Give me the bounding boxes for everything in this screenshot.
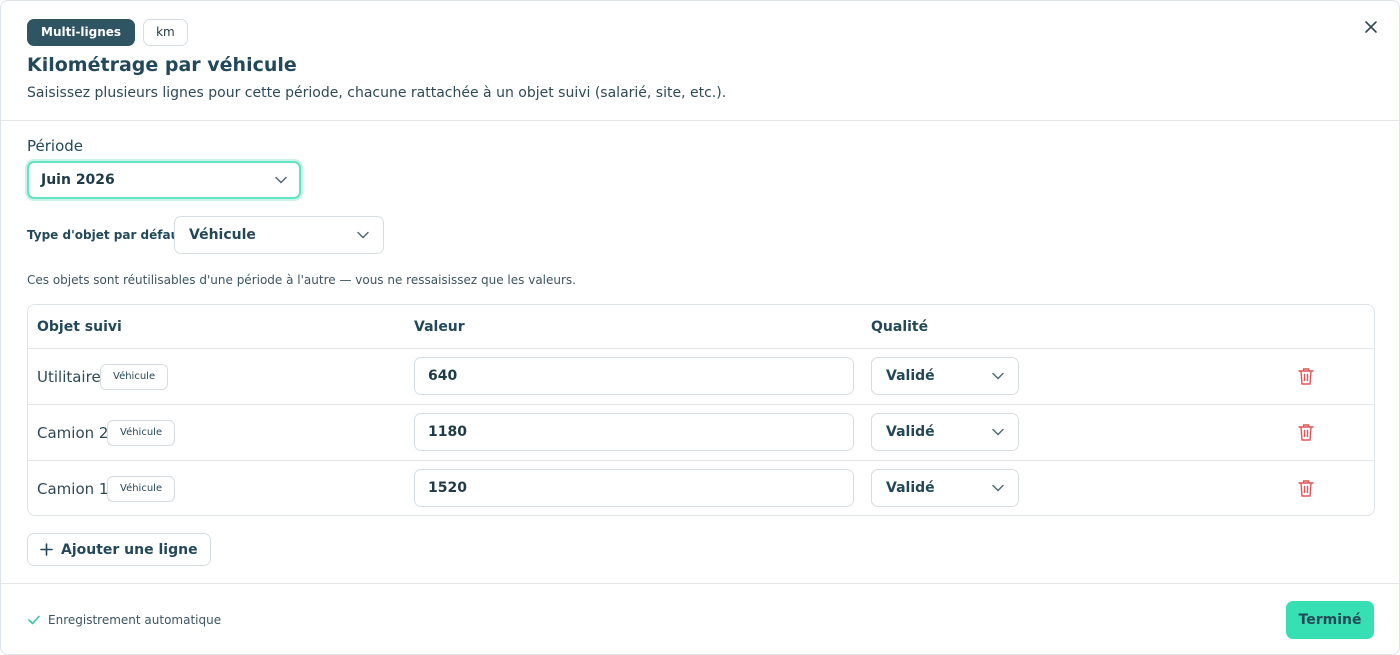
modal-title: Kilométrage par véhicule <box>27 54 297 76</box>
modal-dialog: Multi-lignes km Kilométrage par véhicule… <box>0 0 1400 655</box>
plus-icon <box>40 543 53 556</box>
chevron-down-icon <box>357 231 369 239</box>
close-icon[interactable] <box>1361 17 1381 37</box>
quality-value: Validé <box>886 368 935 384</box>
quality-select[interactable]: Validé <box>871 357 1019 395</box>
object-type-select[interactable]: Véhicule <box>174 216 384 254</box>
value-input[interactable] <box>414 469 854 507</box>
chevron-down-icon <box>275 176 287 184</box>
quality-select[interactable]: Validé <box>871 413 1019 451</box>
chevron-down-icon <box>992 372 1004 380</box>
table-row: Camion 1 Véhicule Validé <box>28 461 1374 517</box>
autosave-label: Enregistrement automatique <box>48 613 222 627</box>
chevron-down-icon <box>992 428 1004 436</box>
autosave-status: Enregistrement automatique <box>28 613 221 627</box>
object-type-tag: Véhicule <box>107 420 176 446</box>
table-header: Objet suivi Valeur Qualité <box>28 305 1374 349</box>
header-quality: Qualité <box>871 319 929 335</box>
mode-badge: Multi-lignes <box>27 19 136 46</box>
header-object: Objet suivi <box>37 319 122 335</box>
modal-footer: Enregistrement automatique Terminé <box>1 583 1399 655</box>
object-type-tag: Véhicule <box>100 364 169 390</box>
object-type-select-value: Véhicule <box>189 227 256 243</box>
modal-header: Multi-lignes km Kilométrage par véhicule… <box>1 1 1399 121</box>
trash-icon[interactable] <box>1298 479 1314 497</box>
table-row: Camion 2 Véhicule Validé <box>28 405 1374 461</box>
add-line-label: Ajouter une ligne <box>61 541 198 558</box>
reuse-hint: Ces objets sont réutilisables d'une péri… <box>27 273 576 287</box>
quality-select[interactable]: Validé <box>871 469 1019 507</box>
modal-subtitle: Saisissez plusieurs lignes pour cette pé… <box>27 85 727 101</box>
object-type-tag: Véhicule <box>107 476 176 502</box>
trash-icon[interactable] <box>1298 367 1314 385</box>
chevron-down-icon <box>992 484 1004 492</box>
period-select-value: Juin 2026 <box>41 172 115 188</box>
unit-badge: km <box>143 19 188 46</box>
entries-table: Objet suivi Valeur Qualité Utilitaire Vé… <box>27 304 1375 516</box>
quality-value: Validé <box>886 424 935 440</box>
value-input[interactable] <box>414 413 854 451</box>
table-row: Utilitaire Véhicule Validé <box>28 349 1374 405</box>
period-select[interactable]: Juin 2026 <box>27 161 301 199</box>
done-button[interactable]: Terminé <box>1286 601 1374 639</box>
object-name: Utilitaire <box>37 368 101 386</box>
add-line-button[interactable]: Ajouter une ligne <box>27 533 211 566</box>
header-value: Valeur <box>414 319 465 335</box>
check-icon <box>28 615 40 625</box>
object-name: Camion 2 <box>37 424 109 442</box>
value-input[interactable] <box>414 357 854 395</box>
quality-value: Validé <box>886 480 935 496</box>
period-label: Période <box>27 137 84 155</box>
trash-icon[interactable] <box>1298 423 1314 441</box>
object-name: Camion 1 <box>37 480 109 498</box>
badge-group: Multi-lignes km <box>27 19 188 46</box>
object-type-label: Type d'objet par défaut <box>27 228 185 242</box>
